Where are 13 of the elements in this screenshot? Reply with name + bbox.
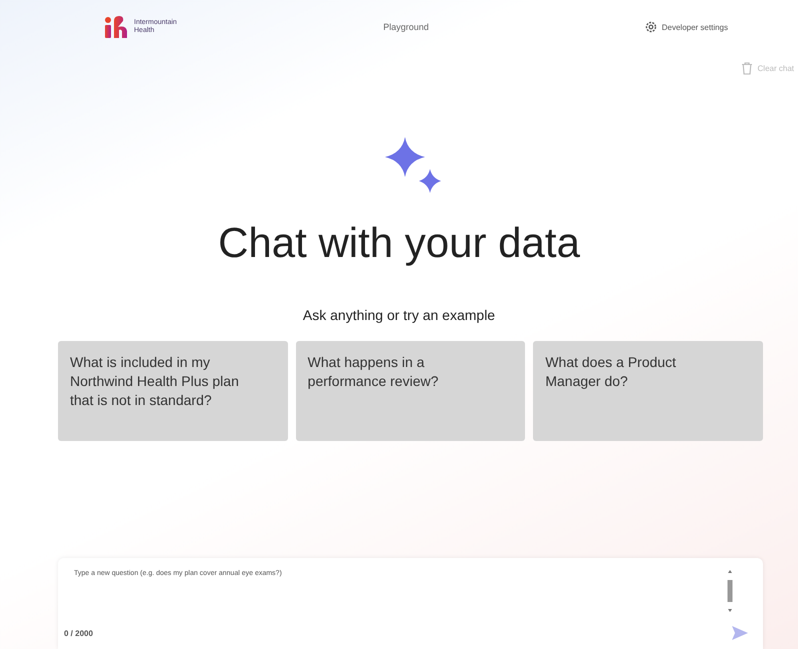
trash-icon: [740, 62, 753, 75]
logo-icon: [104, 15, 130, 39]
send-icon[interactable]: [731, 625, 749, 641]
character-counter: 0 / 2000: [64, 628, 93, 638]
scrollbar-icon: [727, 570, 733, 612]
settings-icon: [644, 21, 657, 33]
subtitle: Ask anything or try an example: [302, 307, 496, 323]
page-title: Chat with your data: [218, 219, 580, 267]
example-card[interactable]: What is included in my Northwind Health Plus plan that is not in standard?: [58, 341, 288, 441]
nav-link[interactable]: Playground: [383, 22, 429, 32]
example-card[interactable]: What does a Product Manager do?: [533, 341, 763, 441]
developer-settings-button[interactable]: Developer settings: [644, 21, 728, 33]
example-card[interactable]: What happens in a performance review?: [296, 341, 526, 441]
